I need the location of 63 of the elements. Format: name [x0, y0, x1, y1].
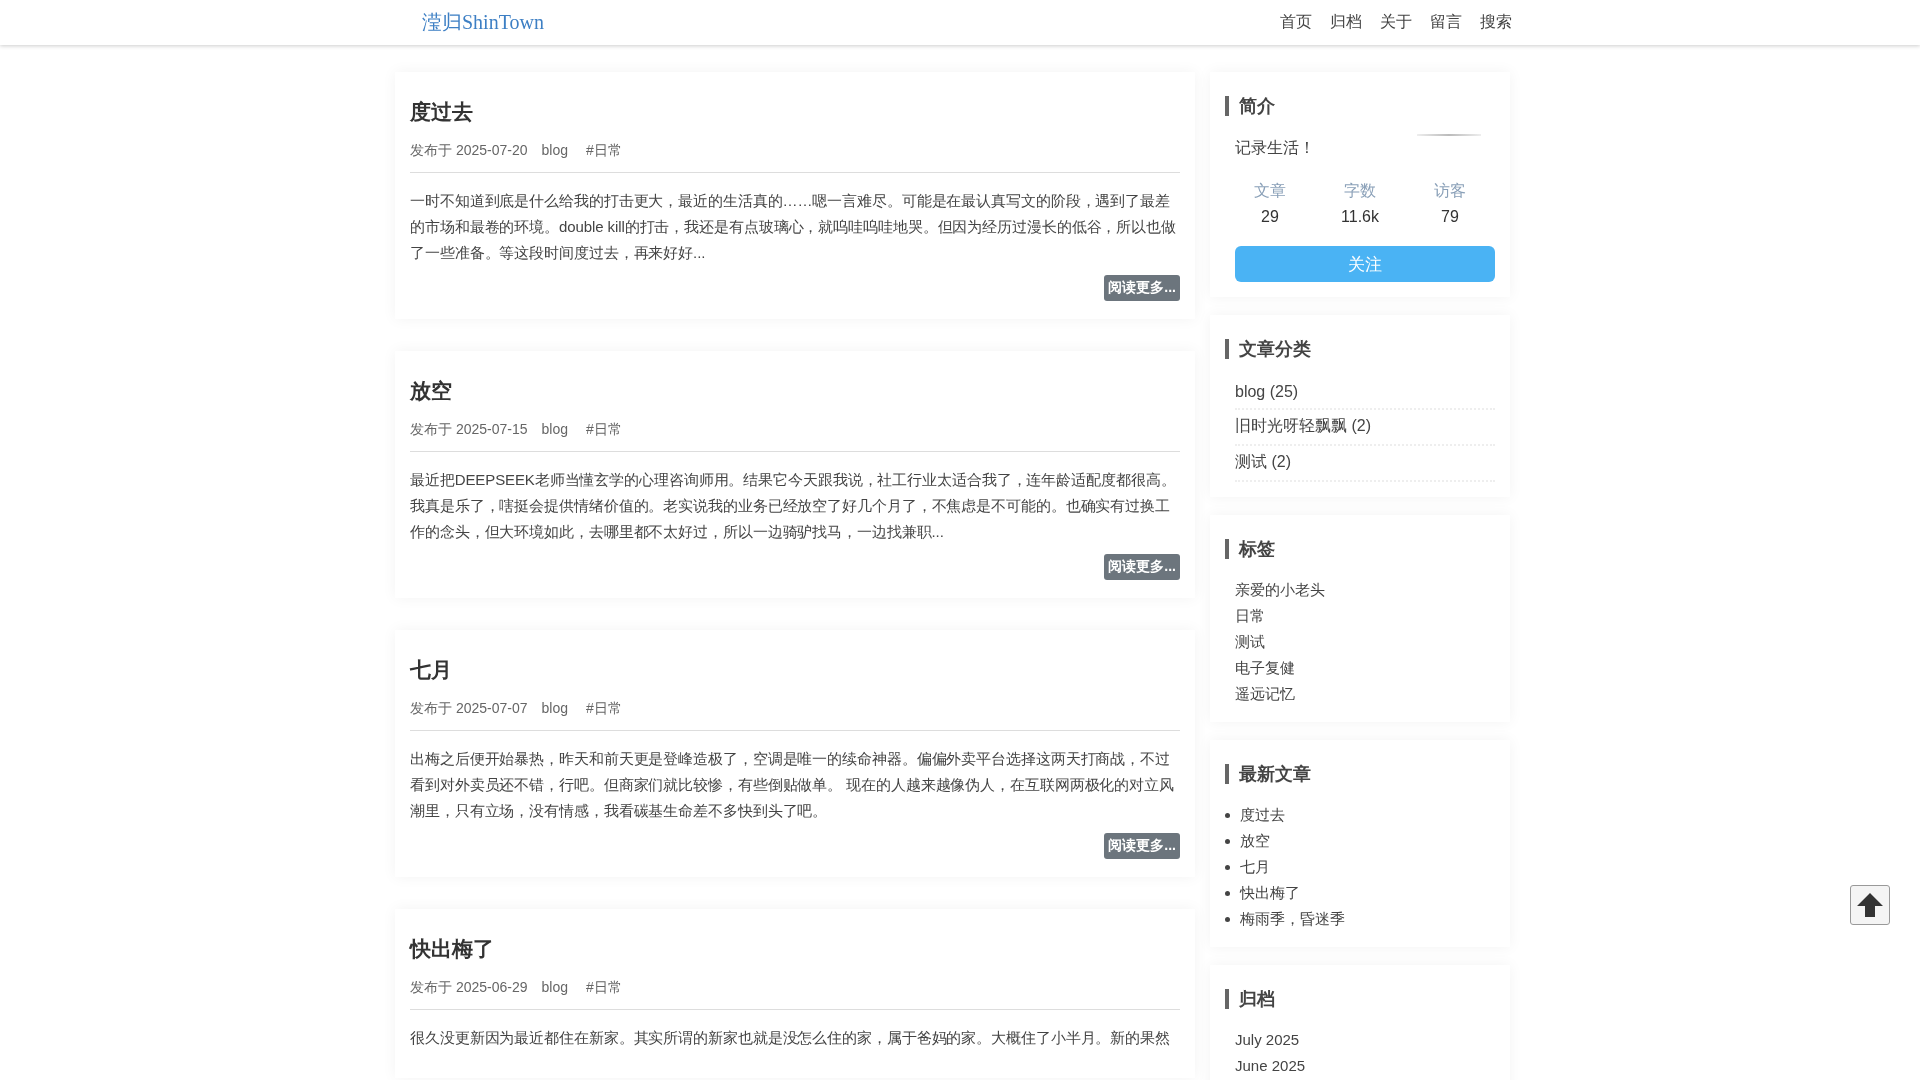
bullet-icon [1225, 838, 1230, 844]
post-title[interactable]: 快出梅了 [410, 935, 1180, 963]
tag-link[interactable]: 遥远记忆 [1235, 681, 1495, 707]
post-category[interactable]: blog [541, 979, 568, 997]
category-link[interactable]: 旧时光呀轻飘飘 (2) [1235, 410, 1495, 446]
read-more-button[interactable]: 阅读更多... [1104, 833, 1180, 859]
recent-post-link[interactable]: 快出梅了 [1240, 880, 1300, 906]
post-date: 发布于 2025-07-07 [410, 700, 528, 718]
tag-link[interactable]: 亲爱的小老头 [1235, 577, 1495, 603]
recent-post-link[interactable]: 放空 [1240, 828, 1270, 854]
bullet-icon [1225, 916, 1230, 922]
post-category[interactable]: blog [541, 421, 568, 439]
section-title: 标签 [1225, 539, 1495, 559]
stat-label: 字数 [1343, 181, 1377, 201]
archive-link[interactable]: July 2025 [1235, 1027, 1495, 1053]
recent-post-link[interactable]: 七月 [1240, 854, 1270, 880]
nav-link[interactable]: 首页 [1280, 12, 1312, 33]
post-title[interactable]: 放空 [410, 377, 1180, 405]
post-category[interactable]: blog [541, 142, 568, 160]
nav-link[interactable]: 归档 [1330, 12, 1362, 33]
back-to-top-button[interactable] [1850, 885, 1890, 925]
post-excerpt: 最近把DEEPSEEK老师当懂玄学的心理咨询师用。结果它今天跟我说，社工行业太适合我了，连年龄适配度都很高。我真是乐了，嗐挺会提供情绪价值的。老实说我的业务已经放空了好几个月了，不焦虑是不可能的。也确实有过换工作的念头，但大环境如此，去哪里都不太好过，所以一边骑驴找马，一边找兼职... [410, 470, 1177, 542]
recent-post-link[interactable]: 度过去 [1240, 802, 1285, 828]
read-more-button[interactable]: 阅读更多... [1104, 554, 1180, 580]
post-excerpt: 很久没更新因为最近都住在新家。其实所谓的新家也就是没怎么住的家，属于爸妈的家。大概住了小半月。新的果然 [410, 1028, 1171, 1048]
post-date: 发布于 2025-06-29 [410, 979, 528, 997]
tag-link[interactable]: 日常 [1235, 603, 1495, 629]
section-title: 最新文章 [1225, 764, 1495, 784]
post-excerpt: 一时不知道到底是什么给我的打击更大，最近的生活真的……嗯一言难尽。可能是在最认真写文的阶段，遇到了最差的市场和最卷的环境。double kill的打击，我还是有点玻璃心，就呜哇呜哇地哭。但因为经历过漫长的低谷，所以也做了一些准备。等这段时间度过去，再来好好... [410, 191, 1177, 263]
category-link[interactable]: blog (25) [1235, 377, 1495, 410]
post-tag[interactable]: #日常 [582, 979, 622, 997]
archive-link[interactable]: June 2025 [1235, 1053, 1495, 1079]
category-link[interactable]: 测试 (2) [1235, 446, 1495, 482]
recent-post-link[interactable]: 梅雨季，昏迷季 [1240, 906, 1345, 932]
arrow-up-icon [1855, 890, 1885, 920]
post-title[interactable]: 七月 [410, 656, 1180, 684]
read-more-button[interactable]: 阅读更多... [1104, 275, 1180, 301]
nav-link[interactable]: 留言 [1430, 12, 1462, 33]
post-date: 发布于 2025-07-20 [410, 142, 528, 160]
nav-link[interactable]: 关于 [1380, 12, 1412, 33]
tag-link[interactable]: 测试 [1235, 629, 1495, 655]
stat-value: 11.6k [1340, 208, 1380, 226]
post-category[interactable]: blog [541, 700, 568, 718]
tag-link[interactable]: 电子复健 [1235, 655, 1495, 681]
site-logo[interactable]: 滢归ShinTown [422, 9, 544, 36]
section-title: 简介 [1225, 96, 1495, 116]
stat-value: 79 [1440, 208, 1460, 226]
post-title[interactable]: 度过去 [410, 98, 1180, 126]
post-tag[interactable]: #日常 [582, 421, 622, 439]
post-date: 发布于 2025-07-15 [410, 421, 528, 439]
stat-label: 文章 [1253, 181, 1287, 201]
stat-label: 访客 [1433, 181, 1467, 201]
bullet-icon [1225, 812, 1230, 818]
stat-value: 29 [1260, 208, 1280, 226]
motto-text: 记录生活！ [1235, 138, 1315, 158]
section-title: 文章分类 [1225, 339, 1495, 359]
section-title: 归档 [1225, 989, 1495, 1009]
post-tag[interactable]: #日常 [582, 142, 622, 160]
nav-link[interactable]: 搜索 [1480, 12, 1512, 33]
bullet-icon [1225, 864, 1230, 870]
post-tag[interactable]: #日常 [582, 700, 622, 718]
post-excerpt: 出梅之后便开始暴热，昨天和前天更是登峰造极了，空调是唯一的续命神器。偏偏外卖平台选择这两天打商战，不过看到对外卖员还不错，行吧。但商家们就比较惨，有些倒贴做单。 现在的人越来越像伪人，在互联网两极化的对立风潮里，只有立场，没有情感，我看碳基生命差不多快到头了吧。 [410, 749, 1175, 821]
bullet-icon [1225, 890, 1230, 896]
